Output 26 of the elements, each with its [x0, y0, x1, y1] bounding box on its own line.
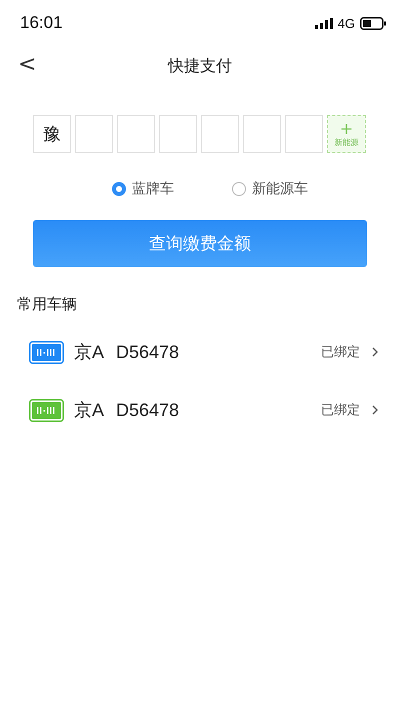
back-button[interactable]: < [14, 52, 40, 77]
plate-char-field[interactable] [243, 115, 281, 153]
bind-status: 已绑定 [321, 344, 360, 361]
radio-label[interactable]: 蓝牌车 [132, 180, 174, 198]
plate-region: 京A [74, 341, 104, 364]
battery-icon [360, 16, 386, 30]
clock: 16:01 [20, 13, 63, 33]
plate-region: 京A [74, 399, 104, 422]
plate-char-field[interactable]: 豫 [33, 115, 71, 153]
plate-number: D56478 [116, 342, 180, 362]
section-title: 常用车辆 [16, 295, 78, 314]
plate-char-field[interactable] [285, 115, 323, 153]
signal-icon [314, 18, 333, 28]
chevron-right-icon[interactable] [372, 405, 378, 415]
plate-char-field[interactable] [117, 115, 155, 153]
network-label: 4G [338, 16, 355, 30]
plate-char-field[interactable] [159, 115, 197, 153]
plate-number: D56478 [116, 400, 180, 420]
page-title: 快捷支付 [168, 56, 232, 76]
radio-button[interactable] [112, 182, 126, 196]
chevron-right-icon[interactable] [372, 347, 378, 357]
plate-char-field[interactable] [75, 115, 113, 153]
radio-button[interactable] [232, 182, 246, 196]
bind-status: 已绑定 [321, 402, 360, 419]
radio-label[interactable]: 新能源车 [252, 180, 308, 198]
plate-char-field[interactable] [201, 115, 239, 153]
